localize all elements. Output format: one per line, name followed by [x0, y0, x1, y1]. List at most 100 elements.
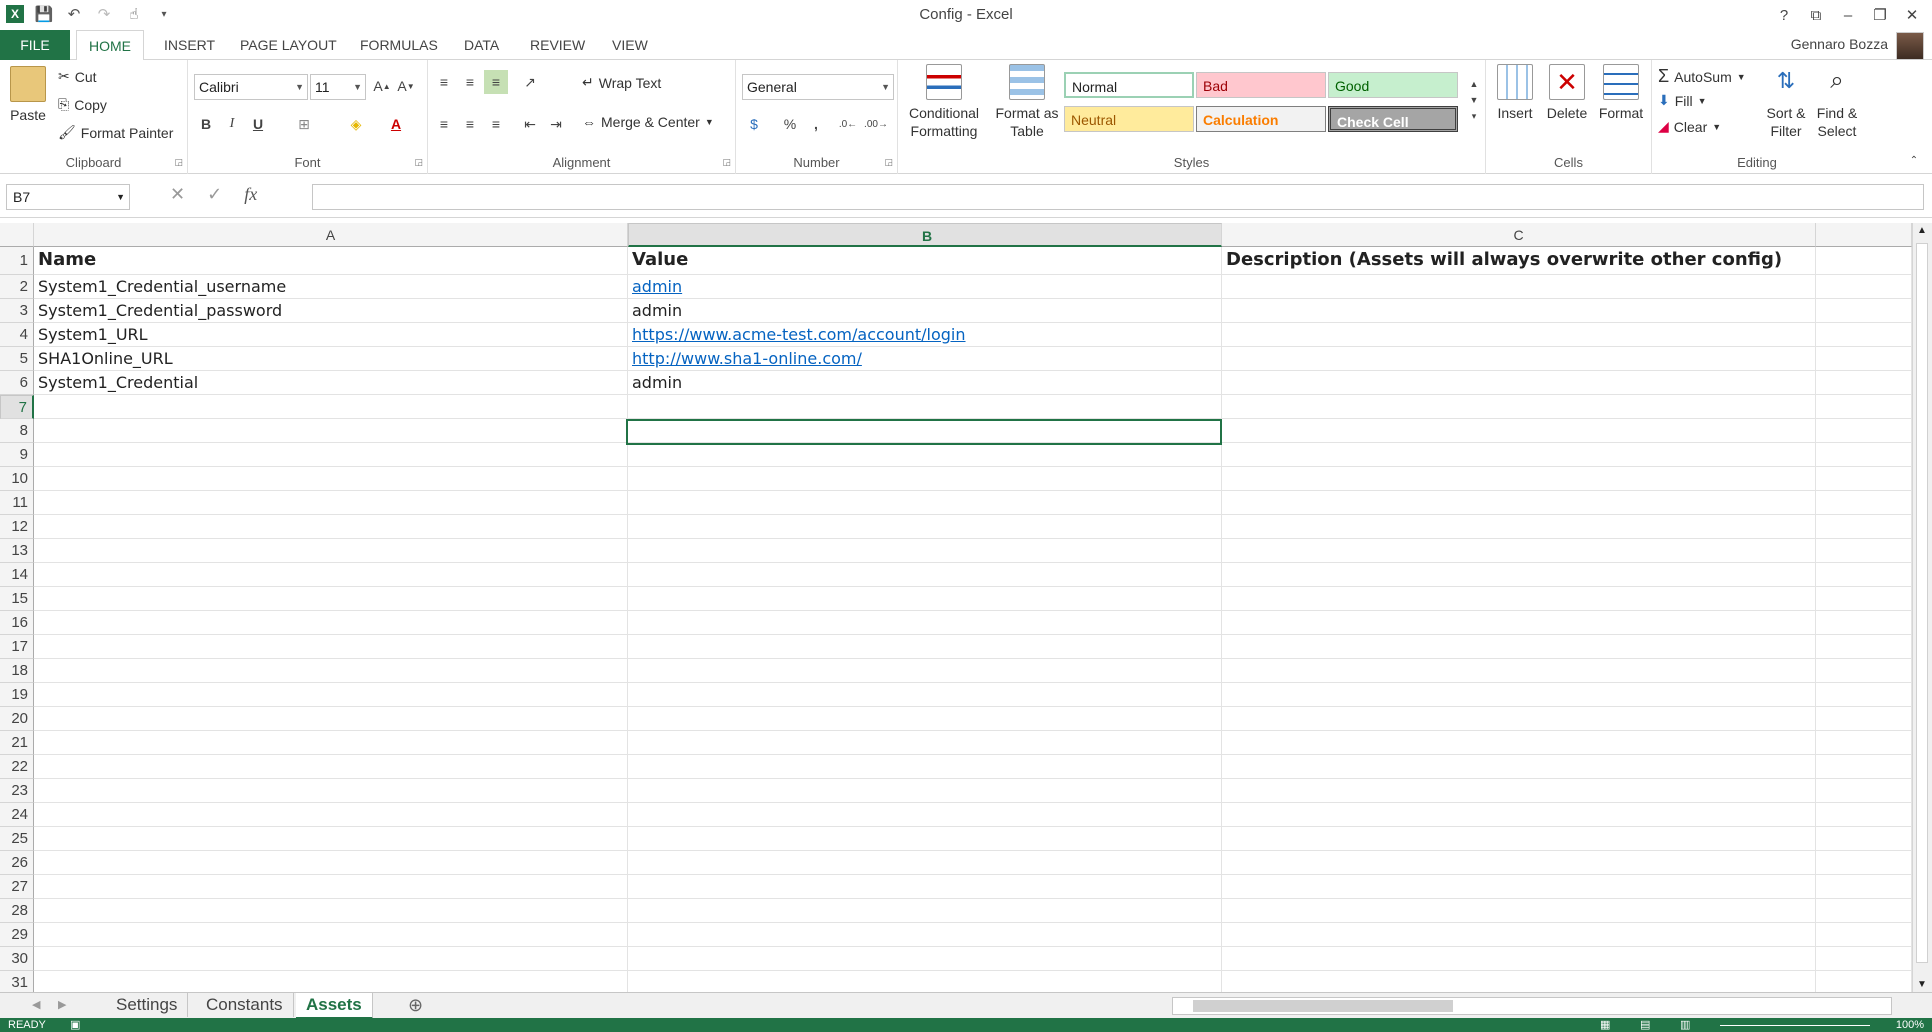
- row-header[interactable]: 10: [0, 467, 34, 491]
- cell-a4[interactable]: System1_URL: [34, 323, 628, 347]
- row-header[interactable]: 16: [0, 611, 34, 635]
- align-left-icon[interactable]: ≡: [432, 112, 456, 136]
- zoom-level[interactable]: 100%: [1896, 1018, 1924, 1032]
- next-sheet-icon[interactable]: ▶: [48, 993, 76, 1017]
- cell-d28[interactable]: [1816, 899, 1912, 923]
- cell-a18[interactable]: [34, 659, 628, 683]
- style-check-cell[interactable]: Check Cell: [1328, 106, 1458, 132]
- cell-a22[interactable]: [34, 755, 628, 779]
- cell-d8[interactable]: [1816, 419, 1912, 443]
- cell-b14[interactable]: [628, 563, 1222, 587]
- cell-b25[interactable]: [628, 827, 1222, 851]
- row-header[interactable]: 25: [0, 827, 34, 851]
- tab-insert[interactable]: INSERT: [152, 30, 227, 60]
- tab-data[interactable]: DATA: [452, 30, 511, 60]
- cell-c1[interactable]: Description (Assets will always overwrit…: [1222, 247, 1816, 275]
- cell-a8[interactable]: [34, 419, 628, 443]
- cell-c30[interactable]: [1222, 947, 1816, 971]
- row-header[interactable]: 5: [0, 347, 34, 371]
- cell-c22[interactable]: [1222, 755, 1816, 779]
- insert-function-icon[interactable]: fx: [244, 184, 257, 205]
- cell-c19[interactable]: [1222, 683, 1816, 707]
- user-name[interactable]: Gennaro Bozza: [1791, 36, 1888, 52]
- cell-b4[interactable]: https://www.acme-test.com/account/login: [628, 323, 1222, 347]
- cell-a29[interactable]: [34, 923, 628, 947]
- cell-b5[interactable]: http://www.sha1-online.com/: [628, 347, 1222, 371]
- cell-c2[interactable]: [1222, 275, 1816, 299]
- fill-color-icon[interactable]: ◈: [344, 112, 368, 136]
- clear-button[interactable]: ◢ Clear ▼: [1658, 118, 1721, 135]
- cell-c6[interactable]: [1222, 371, 1816, 395]
- cell-d17[interactable]: [1816, 635, 1912, 659]
- cell-a15[interactable]: [34, 587, 628, 611]
- row-header[interactable]: 8: [0, 419, 34, 443]
- row-header[interactable]: 31: [0, 971, 34, 992]
- row-header[interactable]: 21: [0, 731, 34, 755]
- style-neutral[interactable]: Neutral: [1064, 106, 1194, 132]
- row-header[interactable]: 13: [0, 539, 34, 563]
- tab-formulas[interactable]: FORMULAS: [348, 30, 450, 60]
- cell-c21[interactable]: [1222, 731, 1816, 755]
- cell-d3[interactable]: [1816, 299, 1912, 323]
- cell-c25[interactable]: [1222, 827, 1816, 851]
- column-header-b[interactable]: B: [628, 223, 1222, 247]
- cell-a31[interactable]: [34, 971, 628, 992]
- vertical-scroll-thumb[interactable]: [1916, 243, 1928, 963]
- cell-b18[interactable]: [628, 659, 1222, 683]
- cut-button[interactable]: ✂ Cut: [58, 68, 97, 85]
- page-layout-view-icon[interactable]: ▤: [1640, 1018, 1650, 1032]
- cell-b2[interactable]: admin: [628, 275, 1222, 299]
- cell-b29[interactable]: [628, 923, 1222, 947]
- font-color-icon[interactable]: A: [384, 112, 408, 136]
- avatar[interactable]: [1896, 32, 1924, 60]
- cell-c13[interactable]: [1222, 539, 1816, 563]
- cell-c31[interactable]: [1222, 971, 1816, 992]
- cell-b21[interactable]: [628, 731, 1222, 755]
- column-header-d[interactable]: [1816, 223, 1912, 247]
- name-box[interactable]: B7 ▼: [6, 184, 130, 210]
- cell-c14[interactable]: [1222, 563, 1816, 587]
- cell-d18[interactable]: [1816, 659, 1912, 683]
- sort-filter-button[interactable]: ⇅ Sort & Filter: [1760, 64, 1812, 140]
- macro-record-icon[interactable]: ▣: [70, 1018, 80, 1032]
- cell-d27[interactable]: [1816, 875, 1912, 899]
- number-dialog-launcher-icon[interactable]: ◲: [884, 157, 893, 168]
- zoom-slider[interactable]: [1720, 1025, 1870, 1026]
- sheet-tab-assets[interactable]: Assets: [296, 993, 373, 1019]
- row-header[interactable]: 15: [0, 587, 34, 611]
- cell-c26[interactable]: [1222, 851, 1816, 875]
- insert-cells-button[interactable]: Insert: [1490, 64, 1540, 122]
- cell-d20[interactable]: [1816, 707, 1912, 731]
- cell-d12[interactable]: [1816, 515, 1912, 539]
- dialog-launcher-icon[interactable]: ◲: [174, 157, 183, 168]
- accounting-format-icon[interactable]: $: [742, 112, 766, 136]
- cell-d26[interactable]: [1816, 851, 1912, 875]
- cell-a26[interactable]: [34, 851, 628, 875]
- row-header[interactable]: 11: [0, 491, 34, 515]
- style-bad[interactable]: Bad: [1196, 72, 1326, 98]
- cell-d30[interactable]: [1816, 947, 1912, 971]
- number-format-select[interactable]: General ▼: [742, 74, 894, 100]
- decrease-decimal-icon[interactable]: .00→: [864, 112, 888, 136]
- cell-a12[interactable]: [34, 515, 628, 539]
- cell-c7[interactable]: [1222, 395, 1816, 419]
- increase-decimal-icon[interactable]: .0←: [836, 112, 860, 136]
- cell-a28[interactable]: [34, 899, 628, 923]
- ribbon-display-icon[interactable]: ⧉: [1800, 2, 1832, 28]
- cell-a23[interactable]: [34, 779, 628, 803]
- row-header[interactable]: 9: [0, 443, 34, 467]
- align-bottom-icon[interactable]: ≡: [484, 70, 508, 94]
- align-right-icon[interactable]: ≡: [484, 112, 508, 136]
- cell-c8[interactable]: [1222, 419, 1816, 443]
- cell-a3[interactable]: System1_Credential_password: [34, 299, 628, 323]
- row-header[interactable]: 20: [0, 707, 34, 731]
- cell-a10[interactable]: [34, 467, 628, 491]
- increase-indent-icon[interactable]: ⇥: [544, 112, 568, 136]
- comma-button[interactable]: ,: [804, 112, 828, 136]
- cell-c20[interactable]: [1222, 707, 1816, 731]
- cell-c4[interactable]: [1222, 323, 1816, 347]
- close-icon[interactable]: ✕: [1896, 2, 1928, 28]
- borders-icon[interactable]: ⊞: [292, 112, 316, 136]
- cell-b1[interactable]: Value: [628, 247, 1222, 275]
- cell-b13[interactable]: [628, 539, 1222, 563]
